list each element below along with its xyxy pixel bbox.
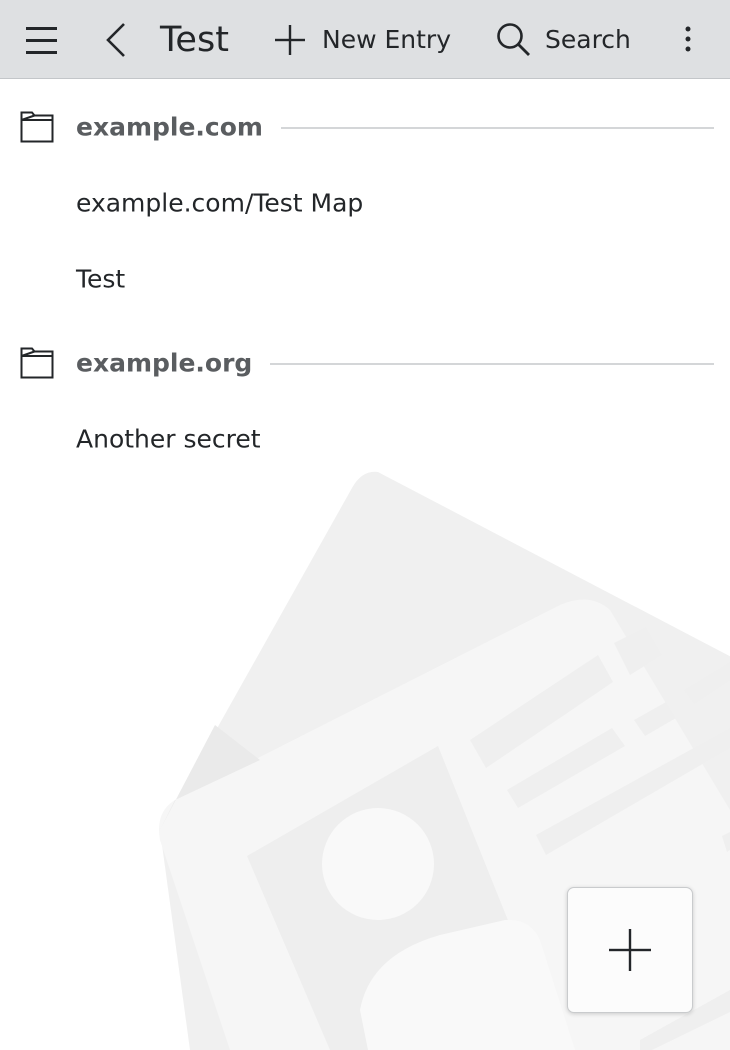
vertical-ellipsis-icon [685,26,691,51]
new-entry-label: New Entry [322,25,451,54]
toolbar: Test New Entry Search [0,0,730,79]
list-item[interactable]: Another secret [0,401,730,477]
folder-icon [20,111,54,143]
hamburger-menu-button[interactable] [26,0,58,79]
group-title: example.org [76,348,271,378]
search-icon [497,22,530,56]
search-button[interactable]: Search [496,0,631,79]
hamburger-menu-icon [26,26,57,54]
entry-label: Another secret [76,424,261,454]
group-title: example.com [76,112,281,142]
plus-icon [609,929,651,971]
entry-label: Test [76,264,126,294]
group-header-example-com: example.com [0,97,730,157]
search-label: Search [545,25,631,54]
entry-label: example.com/Test Map [76,188,364,218]
group-header-example-org: example.org [0,333,730,393]
folder-icon [20,347,54,379]
app-window: Test New Entry Search example.com exampl… [0,0,730,1050]
add-entry-fab[interactable] [567,887,693,1013]
chevron-left-icon [106,22,125,57]
plus-icon [275,24,305,55]
new-entry-button[interactable]: New Entry [274,0,451,79]
list-item[interactable]: Test [0,241,730,317]
list-item[interactable]: example.com/Test Map [0,165,730,241]
overflow-menu-button[interactable] [678,0,698,79]
back-button[interactable] [104,0,128,79]
page-title: Test [160,20,229,60]
